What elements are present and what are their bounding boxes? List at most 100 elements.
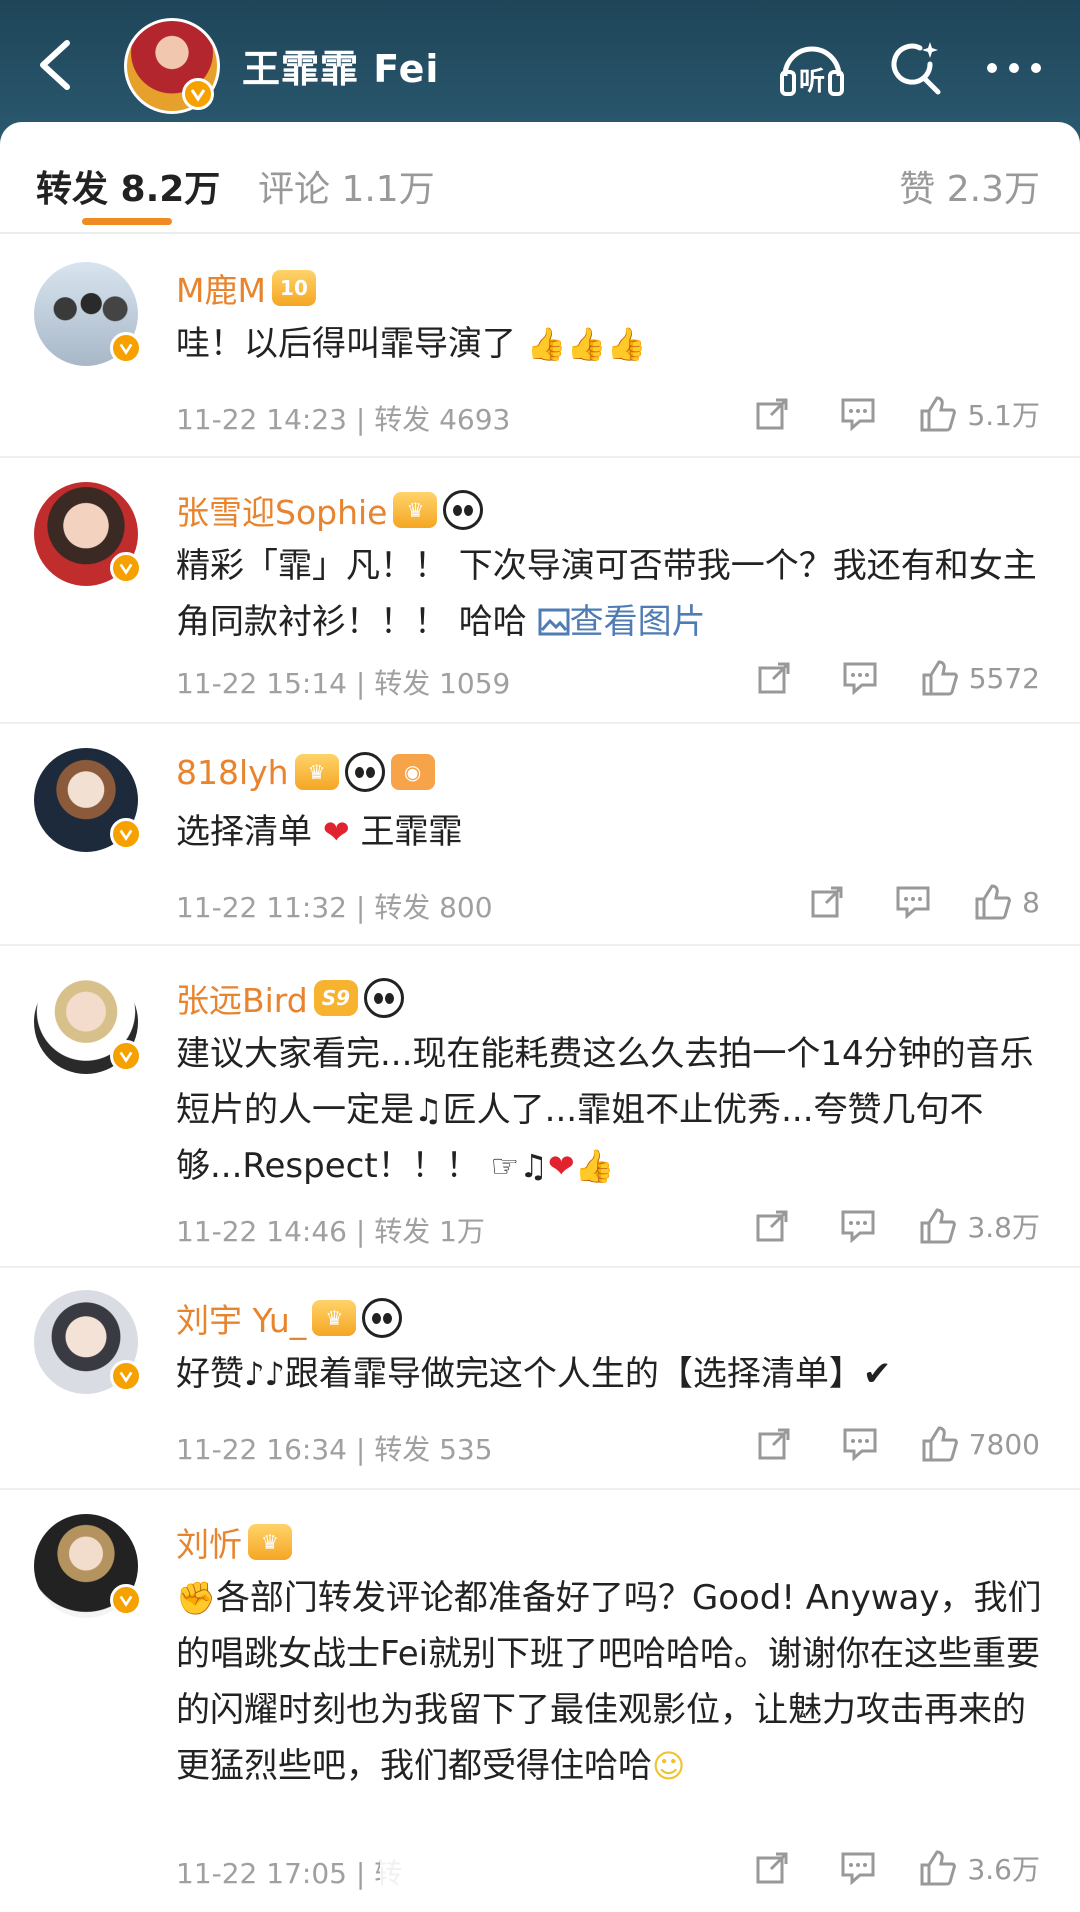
panda-icon: [364, 978, 405, 1018]
repost-count[interactable]: 转发 535: [374, 1433, 492, 1466]
meta-row: 11-22 17:05 | 转: [176, 1852, 402, 1892]
thumbs-up-icon: [975, 884, 1012, 920]
repost-text: 精彩「霏」凡！！ 下次导演可否带我一个？我还有和女主角同款衬衫！！！ 哈哈 查看…: [176, 546, 1037, 642]
like-button[interactable]: 5.1万: [901, 394, 1040, 434]
panda-icon: [362, 1298, 403, 1338]
like-button[interactable]: 3.8万: [901, 1206, 1040, 1246]
action-row: 5572: [731, 658, 1040, 698]
timestamp: 11-22 15:14: [176, 667, 347, 700]
repost-text: ✊各部门转发评论都准备好了吗？Good! Anyway，我们的唱跳女战士Fei就…: [176, 1570, 1046, 1794]
like-button[interactable]: 7800: [903, 1424, 1040, 1464]
svg-text:听: 听: [799, 67, 825, 97]
profile-name[interactable]: 王霏霏 Fei: [242, 38, 439, 93]
repost-text: 建议大家看完...现在能耗费这么久去拍一个14分钟的音乐短片的人一定是♫匠人了.…: [176, 1026, 1046, 1194]
thumbs-up-icon: 👍: [606, 325, 647, 363]
username[interactable]: 刘忻: [176, 1518, 242, 1566]
verified-badge-icon: [110, 1584, 142, 1616]
share-icon: [756, 398, 788, 430]
comment-button[interactable]: [815, 1848, 901, 1888]
comment-button[interactable]: [815, 394, 901, 434]
share-button[interactable]: [729, 394, 815, 434]
vip-crown-icon: ♛: [393, 492, 438, 528]
like-button[interactable]: 8: [956, 882, 1040, 922]
comment-button[interactable]: [817, 658, 903, 698]
username[interactable]: 张雪迎Sophie: [176, 486, 387, 534]
search-button[interactable]: [878, 30, 954, 106]
comment-button[interactable]: [817, 1424, 903, 1464]
repost-item: 张雪迎Sophie ♛ 精彩「霏」凡！！ 下次导演可否带我一个？我还有和女主角同…: [0, 458, 1080, 724]
verified-badge-icon: [182, 78, 214, 110]
more-button[interactable]: [976, 30, 1052, 106]
meta-row: 11-22 14:23 | 转发 4693: [176, 403, 511, 436]
user-row: 818lyh ♛ ◉: [176, 752, 435, 792]
active-tab-indicator: [82, 218, 172, 225]
share-button[interactable]: [729, 1206, 815, 1246]
panda-icon: [344, 752, 385, 792]
share-button[interactable]: [784, 882, 870, 922]
user-row: 张远Bird S9: [176, 974, 405, 1022]
like-button[interactable]: 3.6万: [901, 1848, 1040, 1888]
vip-crown-icon: ♛: [248, 1524, 292, 1560]
timestamp: 11-22 17:05: [176, 1857, 347, 1890]
like-count: 8: [1022, 885, 1040, 919]
repost-count[interactable]: 转发 4693: [374, 403, 510, 436]
meta-row: 11-22 16:34 | 转发 535: [176, 1433, 493, 1466]
panda-icon: [443, 490, 484, 530]
repost-count[interactable]: 转发 1059: [374, 667, 510, 700]
vip-crown-icon: ♛: [312, 1300, 357, 1336]
share-button[interactable]: [731, 1424, 817, 1464]
listen-button[interactable]: 听: [774, 30, 850, 106]
smiling-face-icon: ☺: [652, 1747, 686, 1785]
music-notes-icon: ♪♪: [244, 1355, 285, 1393]
timestamp: 11-22 11:32: [176, 891, 347, 924]
like-count: 7800: [968, 1427, 1040, 1461]
tab-reposts[interactable]: 转发 8.2万: [36, 160, 220, 212]
more-icon: [987, 63, 1041, 73]
username[interactable]: M鹿M: [176, 264, 266, 312]
username[interactable]: 刘宇 Yu_: [176, 1294, 306, 1342]
action-row: 8: [784, 882, 1040, 922]
meta-row: 11-22 15:14 | 转发 1059: [176, 667, 511, 700]
tab-comments[interactable]: 评论 1.1万: [258, 160, 435, 212]
watermark-overlay: [380, 1858, 500, 1902]
like-count: 3.6万: [967, 1853, 1040, 1886]
verified-badge-icon: [110, 1360, 142, 1392]
thumbs-up-icon: 👍: [526, 325, 567, 363]
timestamp: 11-22 14:23: [176, 403, 347, 436]
comment-button[interactable]: [870, 882, 956, 922]
like-button[interactable]: 5572: [903, 658, 1040, 698]
vip-crown-icon: 10: [271, 270, 316, 306]
thumbs-up-icon: 👍: [574, 1147, 615, 1185]
comment-button[interactable]: [815, 1206, 901, 1246]
listen-icon: 听: [780, 46, 844, 97]
repost-item: 刘宇 Yu_ ♛ 好赞♪♪跟着霏导做完这个人生的【选择清单】✔ 11-22 16…: [0, 1268, 1080, 1490]
thumbs-up-icon: [920, 396, 957, 432]
back-button[interactable]: [20, 30, 90, 100]
share-button[interactable]: [729, 1848, 815, 1888]
meta-row: 11-22 11:32 | 转发 800: [176, 891, 493, 924]
flexed-arm-icon: ✊: [176, 1579, 216, 1617]
username[interactable]: 818lyh: [176, 753, 289, 792]
like-count: 3.8万: [967, 1211, 1040, 1244]
verified-badge-icon: [110, 552, 142, 584]
action-row: 3.8万: [729, 1206, 1040, 1246]
view-image-link[interactable]: 查看图片: [538, 602, 706, 642]
comment-icon: [843, 662, 877, 695]
action-row: 3.6万: [729, 1848, 1040, 1888]
repost-count[interactable]: 转发 1万: [374, 1215, 485, 1248]
repost-item: 818lyh ♛ ◉ 选择清单 ❤ 王霏霏 11-22 11:32 | 转发 8…: [0, 724, 1080, 946]
username[interactable]: 张远Bird: [176, 974, 308, 1022]
fish-badge-icon: ◉: [390, 754, 435, 790]
tab-likes[interactable]: 赞 2.3万: [899, 160, 1040, 212]
comment-icon: [896, 886, 930, 919]
search-icon: [891, 42, 941, 95]
share-button[interactable]: [731, 658, 817, 698]
user-row: M鹿M 10: [176, 264, 316, 312]
share-icon: [758, 662, 790, 694]
repost-count[interactable]: 转发 800: [374, 891, 492, 924]
repost-text: 选择清单 ❤ 王霏霏: [176, 804, 1046, 860]
verified-badge-icon: [110, 332, 142, 364]
back-icon: [40, 40, 70, 90]
music-note-icon: ♫: [414, 1091, 443, 1129]
share-icon: [756, 1852, 788, 1884]
